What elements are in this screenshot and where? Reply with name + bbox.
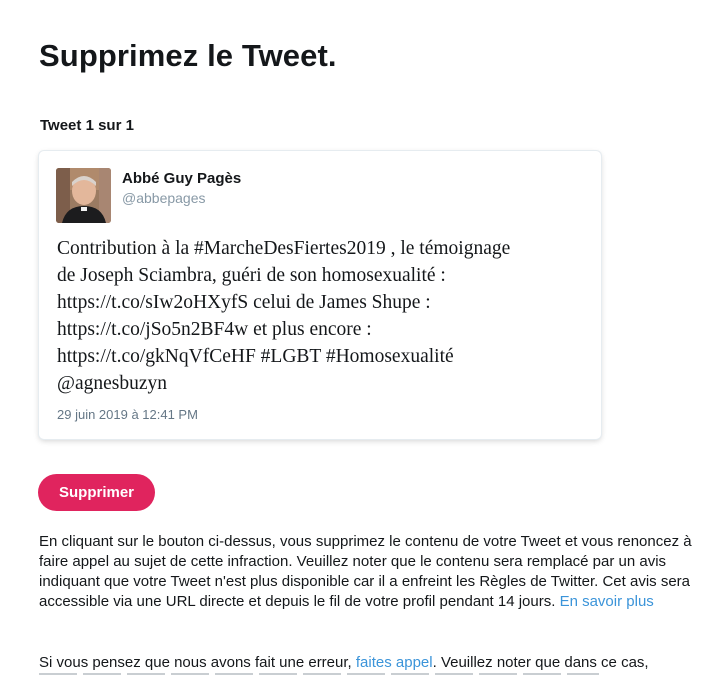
tweet-date: 29 juin 2019 à 12:41 PM xyxy=(57,407,198,422)
appeal-text-after: . Veuillez noter que dans ce cas, xyxy=(432,654,649,671)
tweet-text-line: @agnesbuzyn xyxy=(57,373,168,394)
profile-photo-icon xyxy=(56,168,111,223)
appeal-text-before: Si vous pensez que nous avons fait une e… xyxy=(39,654,352,671)
author-name[interactable]: Abbé Guy Pagès xyxy=(122,170,241,187)
tweet-card: Abbé Guy Pagès @abbepages Contribution à… xyxy=(39,151,601,439)
tweet-text-line: https://t.co/sIw2oHXyfS celui de James S… xyxy=(57,292,431,313)
truncated-text-line xyxy=(39,670,599,675)
author-handle[interactable]: @abbepages xyxy=(122,190,206,206)
tweet-text-line: de Joseph Sciambra, guéri de son homosex… xyxy=(57,265,446,286)
tweet-text-line: https://t.co/gkNqVfCeHF #LGBT #Homosexua… xyxy=(57,346,454,367)
tweet-text-line: Contribution à la #MarcheDesFiertes2019 … xyxy=(57,238,511,259)
delete-button[interactable]: Supprimer xyxy=(38,474,155,511)
explanation-text: En cliquant sur le bouton ci-dessus, vou… xyxy=(39,532,714,612)
tweet-counter: Tweet 1 sur 1 xyxy=(40,117,134,134)
tweet-text-line: https://t.co/jSo5n2BF4w et plus encore : xyxy=(57,319,372,340)
learn-more-link[interactable]: En savoir plus xyxy=(560,593,654,610)
page-title: Supprimez le Tweet. xyxy=(39,38,337,73)
tweet-text: Contribution à la #MarcheDesFiertes2019 … xyxy=(57,235,587,397)
avatar[interactable] xyxy=(56,168,111,223)
appeal-link[interactable]: faites appel xyxy=(356,654,433,671)
